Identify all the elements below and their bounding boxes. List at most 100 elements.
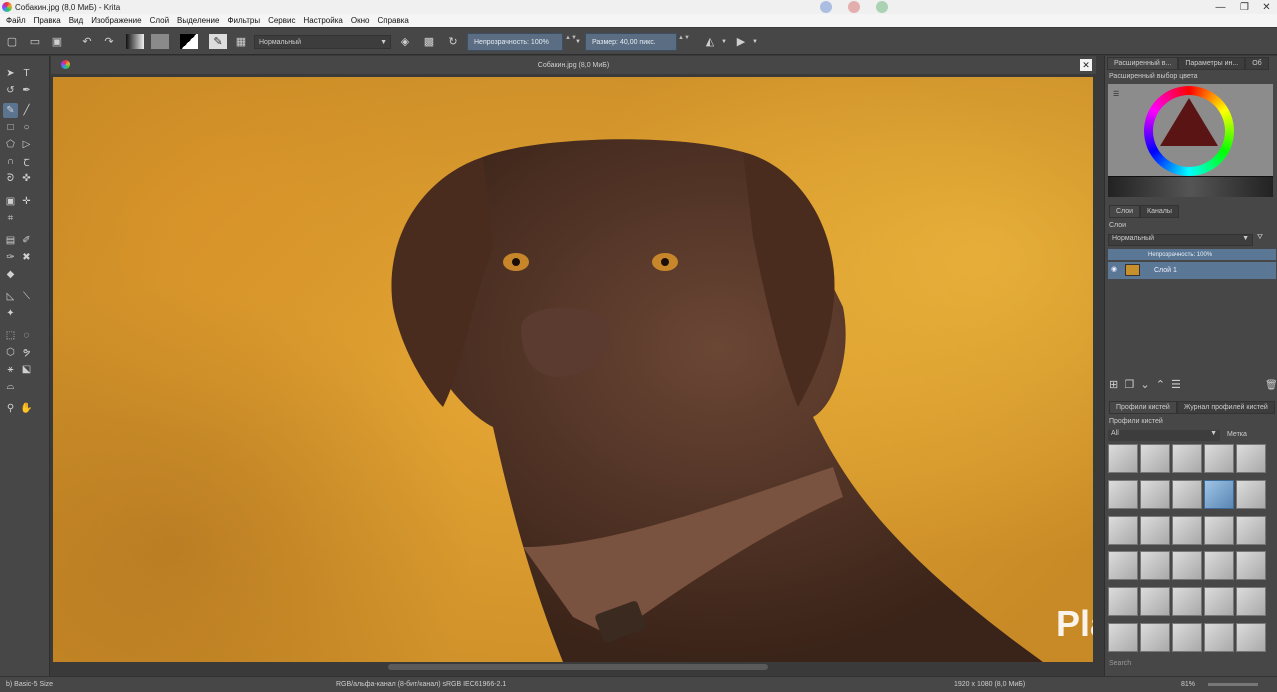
menu-window[interactable]: Окно [351, 16, 370, 25]
zoom-slider[interactable] [1208, 683, 1258, 686]
fg-bg-color-icon[interactable] [180, 34, 198, 49]
visibility-eye-icon[interactable]: ◉ [1111, 265, 1117, 273]
color-selector[interactable]: ☰ [1108, 84, 1273, 176]
redo-icon[interactable]: ↷ [102, 34, 116, 49]
brush-preset[interactable] [1236, 479, 1266, 509]
reload-preset-icon[interactable]: ↻ [446, 34, 460, 49]
brush-preset[interactable] [1108, 444, 1138, 473]
bezier-select-icon[interactable]: ⌓ [3, 379, 18, 394]
polygon-tool-icon[interactable]: ⬠ [3, 137, 18, 152]
brush-filter-select[interactable]: All ▼ [1108, 430, 1220, 441]
mirror-menu-icon[interactable]: ▼ [720, 34, 728, 49]
color-triangle[interactable] [1160, 98, 1218, 146]
zoom-tool-icon[interactable]: ⚲ [3, 401, 18, 416]
filter-icon[interactable]: ⛛ [1257, 234, 1263, 242]
brush-preset[interactable] [1204, 587, 1234, 617]
brush-tag-toggle[interactable]: Метка [1227, 431, 1247, 438]
menu-filters[interactable]: Фильтры [227, 16, 260, 25]
pan-tool-icon[interactable]: ✋ [19, 401, 34, 416]
menu-tools[interactable]: Сервис [268, 16, 295, 25]
tab-tool-options[interactable]: Параметры ин... [1178, 57, 1246, 70]
brush-preset[interactable] [1108, 587, 1138, 617]
mirror-horizontal-icon[interactable]: ◭ [702, 34, 718, 49]
maximize-button[interactable]: ❐ [1236, 0, 1253, 14]
menu-select[interactable]: Выделение [177, 16, 219, 25]
brush-preset-icon[interactable]: ✎ [209, 34, 227, 49]
opacity-spin-icon[interactable]: ▲▼ [565, 34, 577, 50]
new-document-icon[interactable]: ▢ [5, 34, 19, 49]
brush-preset[interactable] [1236, 623, 1266, 653]
tab-overview[interactable]: Об [1245, 57, 1269, 70]
brush-preset[interactable] [1140, 551, 1170, 581]
menu-view[interactable]: Вид [69, 16, 83, 25]
brush-preset[interactable] [1172, 587, 1202, 617]
menu-edit[interactable]: Правка [34, 16, 61, 25]
brush-preset[interactable] [1236, 551, 1266, 581]
delete-layer-icon[interactable]: 🗑 [1265, 380, 1277, 391]
measure-tool-icon[interactable]: ⟍ [19, 289, 34, 304]
crop-tool-icon[interactable]: ⌗ [3, 211, 18, 226]
lasso-select-icon[interactable]: ຯ [19, 345, 34, 360]
brush-preset[interactable] [1172, 551, 1202, 581]
move-down-icon[interactable]: ⌄ [1140, 379, 1149, 391]
smart-patch-icon[interactable]: ✖ [19, 250, 34, 265]
edit-shapes-icon[interactable]: ↺ [3, 83, 18, 98]
gradient-swatch[interactable] [126, 34, 144, 49]
tab-brush-history[interactable]: Журнал профилей кистей [1176, 401, 1275, 414]
contiguous-select-icon[interactable]: ⚹ [3, 362, 18, 377]
preserve-alpha-icon[interactable]: ▩ [422, 34, 436, 49]
color-picker-icon[interactable]: ✐ [19, 233, 34, 248]
colorize-mask-icon[interactable]: ✑ [3, 250, 18, 265]
opacity-menu-icon[interactable]: ▼ [574, 34, 582, 49]
brush-preset[interactable] [1172, 623, 1202, 653]
menu-settings[interactable]: Настройка [303, 16, 342, 25]
image-canvas[interactable]: Playerok [53, 77, 1093, 662]
layer-properties-icon[interactable]: ☰ [1171, 379, 1181, 391]
undo-icon[interactable]: ↶ [80, 34, 94, 49]
brush-preset[interactable] [1236, 515, 1266, 545]
brush-preset-selected[interactable] [1204, 479, 1234, 509]
menu-help[interactable]: Справка [377, 16, 408, 25]
select-shapes-icon[interactable]: ➤ [3, 66, 18, 81]
brush-preset[interactable] [1236, 444, 1266, 473]
move-up-icon[interactable]: ⌃ [1156, 379, 1165, 391]
reference-tool-icon[interactable]: ✦ [3, 306, 18, 321]
brush-preset[interactable] [1172, 515, 1202, 545]
ellipse-tool-icon[interactable]: ○ [19, 120, 34, 135]
blend-mode-select[interactable]: Нормальный ▼ [254, 35, 391, 49]
opacity-slider[interactable]: Непрозрачность: 100% [467, 33, 563, 51]
ellipse-select-icon[interactable]: ◌ [19, 328, 34, 343]
bezier-tool-icon[interactable]: ∩ [3, 154, 18, 169]
brush-preset[interactable] [1204, 623, 1234, 653]
line-tool-icon[interactable]: ╱ [19, 103, 34, 118]
menu-file[interactable]: Файл [6, 16, 26, 25]
layer-opacity-slider[interactable]: Непрозрачность: 100% [1108, 249, 1276, 260]
transform-tool-icon[interactable]: ▣ [3, 194, 18, 209]
menu-image[interactable]: Изображение [91, 16, 141, 25]
dynamic-brush-icon[interactable]: ᘐ [3, 171, 18, 186]
brush-preset[interactable] [1140, 479, 1170, 509]
workspace-grid-icon[interactable]: ▦ [234, 34, 248, 49]
size-slider[interactable]: Размер: 40,00 пикс. [585, 33, 677, 51]
brush-preset[interactable] [1172, 479, 1202, 509]
polygon-select-icon[interactable]: ⬡ [3, 345, 18, 360]
add-layer-icon[interactable]: ⊞ [1109, 379, 1118, 391]
brush-preset[interactable] [1204, 551, 1234, 581]
mirror-vertical-icon[interactable]: ▶ [733, 34, 749, 49]
brush-preset[interactable] [1172, 444, 1202, 473]
settings-list-icon[interactable]: ☰ [1113, 90, 1119, 98]
calligraphy-icon[interactable]: ✒ [19, 83, 34, 98]
mirror-v-menu-icon[interactable]: ▼ [751, 34, 759, 49]
brush-search-input[interactable]: Search [1109, 660, 1131, 667]
tab-advanced-color[interactable]: Расширенный в... [1107, 57, 1179, 70]
text-tool-icon[interactable]: T [19, 66, 34, 81]
similar-select-icon[interactable]: ⬕ [19, 362, 34, 377]
size-spin-icon[interactable]: ▲▼ [678, 34, 690, 50]
close-document-icon[interactable]: ✕ [1080, 59, 1092, 71]
brush-preset[interactable] [1204, 515, 1234, 545]
tab-brush-presets[interactable]: Профили кистей [1109, 401, 1177, 414]
rect-select-icon[interactable]: ⬚ [3, 328, 18, 343]
move-tool-icon[interactable]: ✛ [19, 194, 34, 209]
brush-preset[interactable] [1140, 444, 1170, 473]
close-window-button[interactable]: ✕ [1258, 0, 1275, 14]
